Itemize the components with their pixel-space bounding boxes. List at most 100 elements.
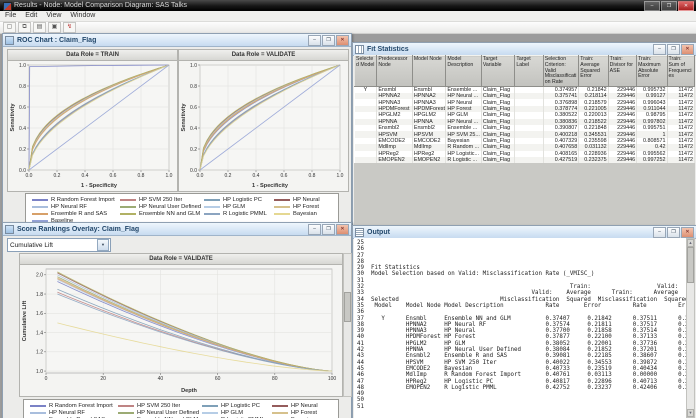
tick-label: 0.4: [190, 126, 197, 132]
roc-validate-chart: 0.0 0.2 0.4 0.6 0.8 1.0 0.0 0.2 0.4 0.6 0.8 1.0 1 - …: [181, 63, 344, 189]
tick-label: 0: [45, 376, 48, 382]
legend-item: HP Neural RF: [30, 409, 118, 416]
table-cell: 0.997252: [636, 156, 668, 164]
menu-edit[interactable]: Edit: [25, 11, 37, 21]
tick-label: 0.0: [26, 173, 33, 179]
legend-label: Ensemble R and SAS: [51, 210, 108, 217]
column-header[interactable]: Train: Average Squared Error: [578, 55, 609, 87]
legend-label: HP Forest: [291, 409, 317, 416]
fit-minimize-button[interactable]: –: [653, 43, 666, 55]
x-axis-label: Depth: [181, 388, 197, 394]
scroll-down-arrow[interactable]: ▼: [687, 409, 694, 417]
roc-chart-window: ROC Chart : Claim_Flag – ❐ ✕ Data Role =…: [2, 33, 352, 228]
output-maximize-button[interactable]: ❐: [667, 226, 680, 238]
legend-label: HP SVM 250 Iter: [137, 402, 181, 409]
fit-maximize-button[interactable]: ❐: [667, 43, 680, 55]
legend-item: Ensemble R and SAS: [32, 210, 120, 217]
menu-window[interactable]: Window: [70, 11, 95, 21]
column-header[interactable]: Train: Divisor for ASE: [607, 55, 638, 87]
tick-label: 100: [328, 376, 337, 382]
table-cell: Claim_Flag: [481, 105, 516, 113]
scrollbar-thumb[interactable]: [344, 292, 351, 322]
column-header[interactable]: Predecessor Node: [376, 55, 413, 87]
close-button[interactable]: ✕: [678, 1, 694, 11]
tick-label: 0.2: [190, 147, 197, 153]
score-minimize-button[interactable]: –: [308, 223, 321, 235]
output-close-button[interactable]: ✕: [681, 226, 694, 238]
legend-item: HP Neural User Defined: [118, 409, 202, 416]
score-maximize-button[interactable]: ❐: [322, 223, 335, 235]
table-cell: 0.232375: [578, 156, 609, 164]
tick-label: 0.8: [190, 84, 197, 90]
tick-label: 1.0: [337, 173, 344, 179]
table-cell: HPDMForest: [412, 105, 447, 113]
legend-item: HP Logistic PC: [202, 402, 272, 409]
roc-window-titlebar[interactable]: ROC Chart : Claim_Flag – ❐ ✕: [3, 34, 351, 47]
new-document-icon[interactable]: ▢: [3, 22, 16, 33]
tick-label: 0.4: [82, 173, 89, 179]
legend-swatch: [204, 198, 220, 201]
legend-item: HP Neural: [274, 196, 330, 203]
roc-maximize-button[interactable]: ❐: [322, 34, 335, 46]
legend-label: HP Logistic PC: [221, 402, 260, 409]
tick-label: 1.8: [36, 292, 43, 298]
legend-label: HP Neural RF: [49, 409, 85, 416]
output-window-title: Output: [367, 228, 390, 236]
roc-window-icon: [5, 35, 14, 45]
minimize-button[interactable]: –: [644, 1, 660, 11]
score-close-button[interactable]: ✕: [336, 223, 349, 235]
tick-label: 1.4: [36, 330, 43, 336]
table-cell: R Random ...: [445, 144, 482, 151]
legend-label: R Logistic PMML: [223, 210, 267, 217]
output-vertical-scrollbar[interactable]: ▲ ▼: [686, 238, 695, 418]
column-header[interactable]: Train: Sum of Frequencies: [666, 55, 695, 87]
column-header[interactable]: Model Description: [445, 55, 482, 87]
table-cell: Claim_Flag: [481, 131, 516, 138]
column-header[interactable]: Target Variable: [480, 55, 516, 87]
column-header[interactable]: Selection Criterion: Valid Misclassifica…: [542, 55, 580, 87]
maximize-button[interactable]: ❐: [661, 1, 677, 11]
legend-swatch: [274, 205, 290, 208]
scrollbar-thumb[interactable]: [687, 247, 694, 283]
roc-train-band-title: Data Role = TRAIN: [8, 50, 177, 61]
legend-label: HP Forest: [293, 203, 319, 210]
table-cell: HPDMForest: [376, 105, 413, 113]
legend-swatch: [204, 205, 220, 208]
menu-view[interactable]: View: [46, 11, 61, 21]
legend-swatch: [32, 212, 48, 215]
scroll-up-arrow[interactable]: ▲: [687, 239, 694, 247]
fit-table-area: Selected Model Predecessor Node Model Node…: [354, 55, 695, 225]
menu-file[interactable]: File: [5, 11, 16, 21]
legend-item: Bayesian: [274, 210, 330, 217]
legend-label: R Random Forest Import: [51, 196, 115, 203]
column-header[interactable]: Model Node: [411, 55, 447, 87]
table-cell: Claim_Flag: [481, 150, 516, 157]
table-cell: EMOPEN2: [376, 156, 413, 164]
window-titlebar[interactable]: Results - Node: Model Comparison Diagram…: [0, 0, 696, 11]
roc-close-button[interactable]: ✕: [336, 34, 349, 46]
column-header[interactable]: Selected Model: [354, 55, 378, 87]
legend-swatch: [202, 411, 218, 414]
score-vertical-scrollbar[interactable]: [343, 253, 352, 397]
tick-label: 0.6: [190, 105, 197, 111]
column-header[interactable]: Train: Maximum Absolute Error: [636, 55, 668, 87]
x-axis-label: 1 - Specificity: [81, 183, 118, 189]
copy-icon[interactable]: ⧉: [18, 22, 31, 33]
export-icon[interactable]: ▣: [48, 22, 61, 33]
table-row[interactable]: EMOPEN2 EMOPEN2 R Logistic ... Claim_Flag 0.…: [354, 156, 695, 164]
legend-swatch: [272, 411, 288, 414]
tick-label: 80: [272, 376, 278, 382]
lift-chart: 0 20 40 60 80 100 1.0 1.2 1.4 1.6 1.8 2.0 Depth Cumul…: [22, 268, 337, 394]
legend-label: HP Neural User Defined: [139, 203, 202, 210]
print-icon[interactable]: ▤: [33, 22, 46, 33]
table-cell: [514, 156, 544, 164]
score-window-titlebar[interactable]: Score Rankings Overlay: Claim_Flag – ❐ ✕: [3, 223, 351, 236]
output-minimize-button[interactable]: –: [653, 226, 666, 238]
table-cell: R Logistic ...: [445, 156, 482, 164]
run-icon[interactable]: ↯: [63, 22, 76, 33]
table-cell: Claim_Flag: [481, 118, 516, 125]
column-header[interactable]: Target Label: [514, 55, 544, 87]
roc-minimize-button[interactable]: –: [308, 34, 321, 46]
chart-selector-dropdown[interactable]: Cumulative Lift ▼: [7, 238, 111, 252]
fit-close-button[interactable]: ✕: [681, 43, 694, 55]
